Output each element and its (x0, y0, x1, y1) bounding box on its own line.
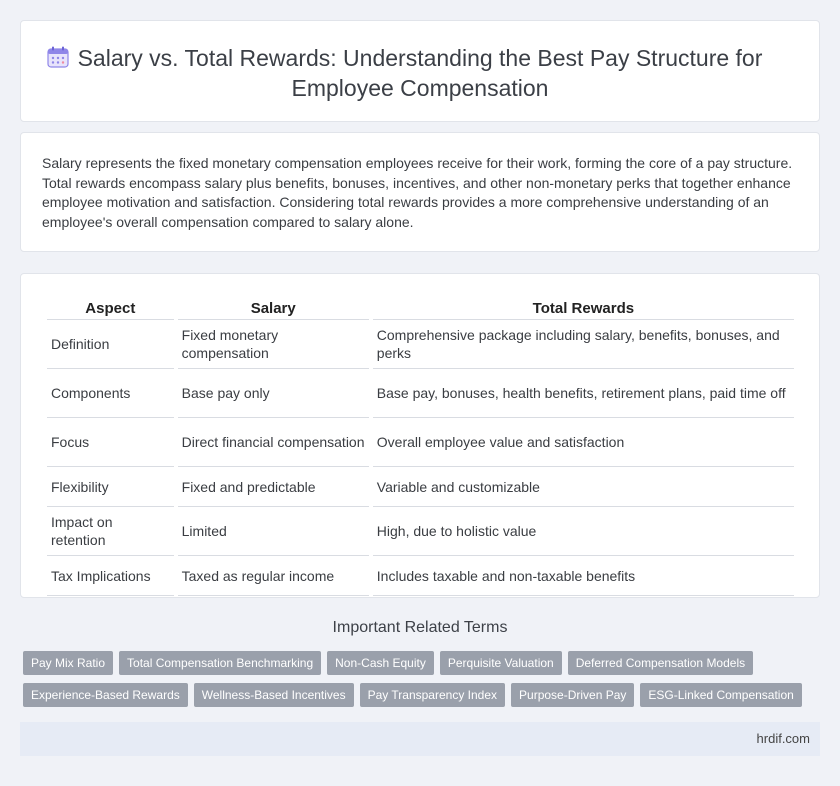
header-total-rewards: Total Rewards (372, 296, 794, 320)
cell-total-rewards: Comprehensive package including salary, … (372, 320, 794, 369)
related-terms-tags: Pay Mix Ratio Total Compensation Benchma… (23, 651, 823, 715)
table-row: Definition Fixed monetary compensation C… (47, 320, 794, 369)
page-title: Salary vs. Total Rewards: Understanding … (77, 45, 763, 101)
tag-purpose-driven-pay[interactable]: Purpose-Driven Pay (511, 683, 635, 707)
table-row: Impact on retention Limited High, due to… (47, 507, 794, 556)
cell-total-rewards: Variable and customizable (372, 467, 794, 507)
tag-non-cash-equity[interactable]: Non-Cash Equity (327, 651, 434, 675)
cell-aspect: Components (47, 369, 174, 418)
tag-perquisite-valuation[interactable]: Perquisite Valuation (439, 651, 562, 675)
footer-site-link[interactable]: hrdif.com (757, 731, 810, 746)
tag-row: Pay Mix Ratio Total Compensation Benchma… (23, 651, 823, 675)
cell-total-rewards: High, due to holistic value (372, 507, 794, 556)
cell-total-rewards: Includes taxable and non-taxable benefit… (372, 556, 794, 596)
cell-salary: Limited (177, 507, 369, 556)
cell-salary: Direct financial compensation (177, 418, 369, 467)
footer: hrdif.com (20, 722, 820, 756)
table-row: Focus Direct financial compensation Over… (47, 418, 794, 467)
cell-total-rewards: Base pay, bonuses, health benefits, reti… (372, 369, 794, 418)
intro-card: Salary represents the fixed monetary com… (20, 132, 820, 252)
cell-salary: Base pay only (177, 369, 369, 418)
comparison-card: Aspect Salary Total Rewards Definition F… (20, 273, 820, 598)
tag-esg-linked-compensation[interactable]: ESG-Linked Compensation (640, 683, 802, 707)
table-row: Flexibility Fixed and predictable Variab… (47, 467, 794, 507)
table-row: Tax Implications Taxed as regular income… (47, 556, 794, 596)
tag-pay-transparency-index[interactable]: Pay Transparency Index (359, 683, 506, 707)
header-card: Salary vs. Total Rewards: Understanding … (20, 20, 820, 122)
cell-total-rewards: Overall employee value and satisfaction (372, 418, 794, 467)
tag-wellness-based-incentives[interactable]: Wellness-Based Incentives (193, 683, 354, 707)
comparison-table: Aspect Salary Total Rewards Definition F… (43, 296, 798, 596)
cell-salary: Taxed as regular income (177, 556, 369, 596)
header-aspect: Aspect (47, 296, 174, 320)
intro-paragraph: Salary represents the fixed monetary com… (42, 155, 793, 230)
cell-aspect: Focus (47, 418, 174, 467)
cell-aspect: Flexibility (47, 467, 174, 507)
tag-deferred-compensation-models[interactable]: Deferred Compensation Models (567, 651, 754, 675)
cell-salary: Fixed monetary compensation (177, 320, 369, 369)
cell-aspect: Definition (47, 320, 174, 369)
tag-row: Experience-Based Rewards Wellness-Based … (23, 683, 823, 707)
table-row: Components Base pay only Base pay, bonus… (47, 369, 794, 418)
cell-aspect: Tax Implications (47, 556, 174, 596)
tag-experience-based-rewards[interactable]: Experience-Based Rewards (23, 683, 188, 707)
tag-pay-mix-ratio[interactable]: Pay Mix Ratio (23, 651, 114, 675)
cell-aspect: Impact on retention (47, 507, 174, 556)
tag-total-compensation-benchmarking[interactable]: Total Compensation Benchmarking (119, 651, 322, 675)
related-terms-title: Important Related Terms (332, 619, 508, 636)
cell-salary: Fixed and predictable (177, 467, 369, 507)
header-salary: Salary (177, 296, 369, 320)
